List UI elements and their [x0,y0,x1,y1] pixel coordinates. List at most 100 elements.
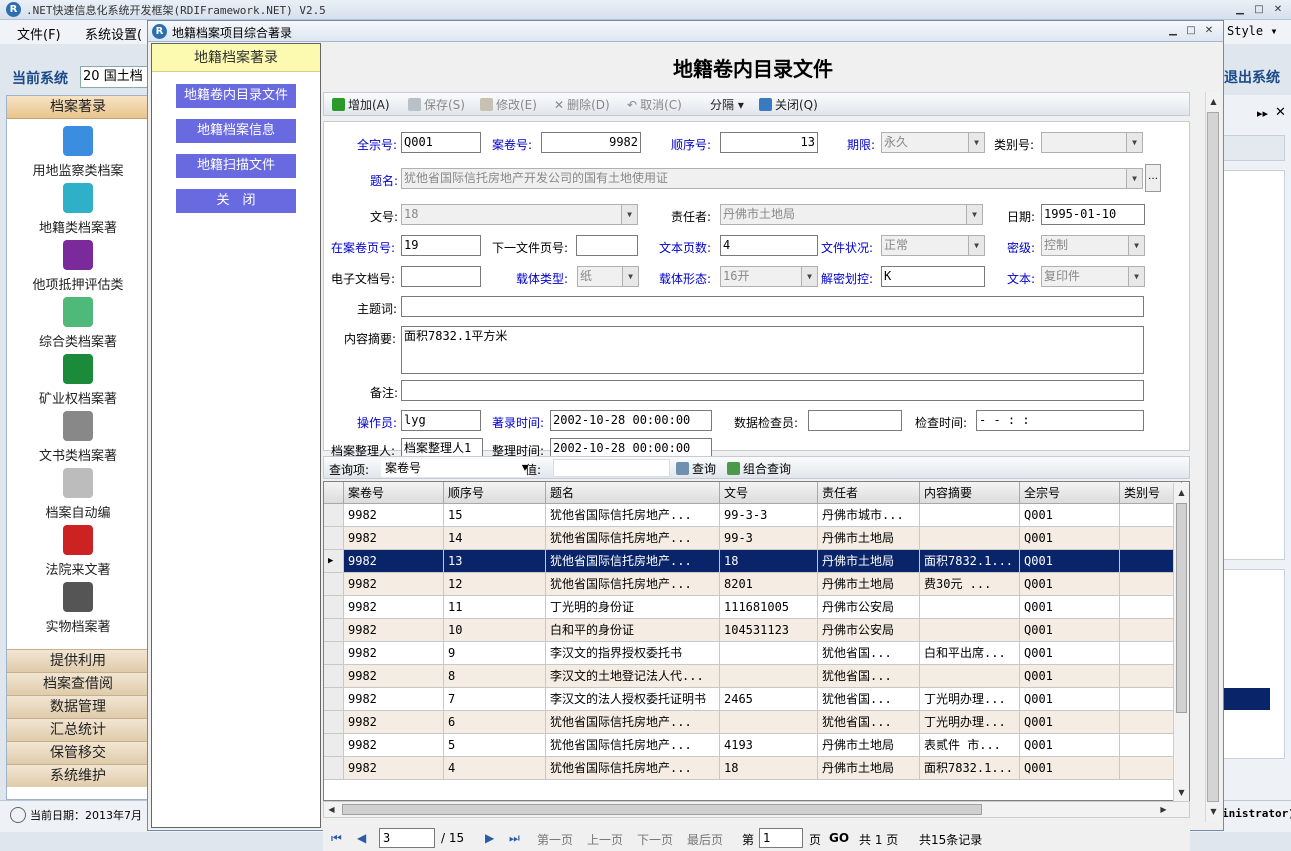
row-header[interactable] [324,573,344,596]
sidebar-item[interactable]: 矿业权档案著 [7,352,147,409]
column-header[interactable]: 顺序号 [444,482,546,504]
menu-file[interactable]: 文件(F) [17,24,61,43]
row-header[interactable] [324,757,344,780]
grid-scroll-left-icon[interactable]: ◀ [324,802,339,817]
table-row[interactable]: 9982 10 白和平的身份证 104531123 丹佛市公安局 Q001 [324,619,1182,642]
row-header[interactable] [324,734,344,757]
grid-vertical-scrollbar[interactable]: ▲ ▼ [1173,483,1189,801]
nav-close[interactable]: 关 闭 [176,189,296,213]
goto-input[interactable]: 1 [759,828,803,848]
sidebar-group[interactable]: 档案查借阅 [7,672,149,695]
zajyh-field[interactable]: 19 [401,235,481,256]
czy-field[interactable]: lyg [401,410,481,431]
sidebar-group[interactable]: 提供利用 [7,649,149,672]
query-value-input[interactable] [553,459,670,477]
query-field-select[interactable]: 案卷号 ▼ [381,459,531,477]
wjzk-field[interactable]: 正常 ▼ [881,235,985,256]
jmhk-field[interactable]: K [881,266,985,287]
save-button[interactable]: 保存(S) [408,96,465,113]
column-header[interactable]: 内容摘要 [920,482,1020,504]
add-button[interactable]: 增加(A) [332,96,390,113]
page-input[interactable]: 3 [379,828,435,848]
sidebar-group[interactable]: 系统维护 [7,764,149,787]
chevron-down-icon[interactable]: ▼ [966,205,982,224]
mj-field[interactable]: 控制 ▼ [1041,235,1145,256]
qx-field[interactable]: 永久 ▼ [881,132,985,153]
qzh-field[interactable]: Q001 [401,132,481,153]
menu-settings[interactable]: 系统设置( [85,24,142,43]
exit-system-button[interactable]: 退出系统 [1224,67,1280,87]
ztc-field[interactable] [401,296,1144,317]
panel-tab[interactable] [1223,135,1285,161]
close-icon[interactable]: ✕ [1271,4,1285,16]
column-header[interactable]: 题名 [546,482,720,504]
chevron-down-icon[interactable]: ▼ [1126,169,1142,188]
table-row[interactable]: 9982 8 李汉文的土地登记法人代... 犹他省国... Q001 [324,665,1182,688]
row-header[interactable] [324,642,344,665]
scroll-up-icon[interactable]: ▲ [1206,94,1221,109]
panel-close-icon[interactable]: ✕ [1275,105,1286,120]
system-select[interactable]: 20 国土档 [80,66,150,88]
edit-button[interactable]: 修改(E) [480,96,537,113]
zrz-field[interactable]: 丹佛市土地局 ▼ [720,204,983,225]
grid-scroll-down-icon[interactable]: ▼ [1174,785,1189,800]
ztlx-field[interactable]: 纸 ▼ [577,266,639,287]
form-scrollbar[interactable]: ▲ ▼ [1205,92,1220,822]
dialog-minimize-icon[interactable]: ▁ [1166,25,1180,37]
maximize-icon[interactable]: □ [1252,4,1266,16]
grid-scroll-thumb[interactable] [1176,503,1187,713]
table-row[interactable]: 9982 15 犹他省国际信托房地产... 99-3-3 丹佛市城市... Q001 [324,504,1182,527]
ajh-field[interactable]: 9982 [541,132,641,153]
prev-page-icon[interactable]: ◀ [357,831,366,845]
dialog-close-icon[interactable]: ✕ [1202,25,1216,37]
zlsj-field[interactable]: 2002-10-28 00:00:00 [550,410,712,431]
row-header[interactable] [324,619,344,642]
row-header[interactable] [324,596,344,619]
wbys-field[interactable]: 4 [720,235,818,256]
more-icon[interactable]: … [1145,164,1161,192]
table-row[interactable]: 9982 4 犹他省国际信托房地产... 18 丹佛市土地局 面积7832.1... Q0… [324,757,1182,780]
next-page-link[interactable]: 下一页 [637,831,673,848]
sidebar-item[interactable]: 用地监察类档案 [7,124,147,181]
next-page-icon[interactable]: ▶ [485,831,494,845]
table-row[interactable]: ▶ 9982 13 犹他省国际信托房地产... 18 丹佛市土地局 面积7832.1...… [324,550,1182,573]
grid-scroll-right-icon[interactable]: ▶ [1156,802,1171,817]
cancel-button[interactable]: ↶ 取消(C) [627,96,682,113]
sjjcy-field[interactable] [808,410,902,431]
wb-field[interactable]: 复印件 ▼ [1041,266,1145,287]
style-menu[interactable]: Style ▾ [1227,24,1278,38]
sidebar-group-title[interactable]: 档案著录 [7,96,149,119]
wh-field[interactable]: 18 ▼ [401,204,638,225]
lbh-field[interactable]: ▼ [1041,132,1143,153]
delete-button[interactable]: ✕ 删除(D) [554,96,610,113]
first-page-link[interactable]: 第一页 [537,831,573,848]
chevron-down-icon[interactable]: ▼ [1128,267,1144,286]
row-header[interactable] [324,688,344,711]
row-header[interactable]: ▶ [324,550,344,573]
sidebar-item[interactable]: 实物档案著 [7,580,147,637]
grid-hscroll-thumb[interactable] [342,804,982,815]
column-header[interactable]: 文号 [720,482,818,504]
minimize-icon[interactable]: ▁ [1233,4,1247,16]
table-row[interactable]: 9982 5 犹他省国际信托房地产... 4193 丹佛市土地局 表贰件 市... Q00… [324,734,1182,757]
nav-archive-info[interactable]: 地籍档案信息 [176,119,296,143]
sidebar-item[interactable]: 地籍类档案著 [7,181,147,238]
jcsj-field[interactable]: - - : : [976,410,1144,431]
scroll-down-icon[interactable]: ▼ [1206,804,1221,819]
column-header[interactable]: 全宗号 [1020,482,1120,504]
column-header[interactable]: 案卷号 [344,482,444,504]
sidebar-item[interactable]: 文书类档案著 [7,409,147,466]
chevron-down-icon[interactable]: ▼ [1126,133,1142,152]
sidebar-group[interactable]: 保管移交 [7,741,149,764]
sidebar-item[interactable]: 法院来文著 [7,523,147,580]
grid-horizontal-scrollbar[interactable]: ◀ ▶ [323,801,1190,818]
dzwdh-field[interactable] [401,266,481,287]
chevron-down-icon[interactable]: ▼ [968,133,984,152]
sidebar-group[interactable]: 汇总统计 [7,718,149,741]
table-row[interactable]: 9982 7 李汉文的法人授权委托证明书 2465 犹他省国... 丁光明办理... Q0… [324,688,1182,711]
table-row[interactable]: 9982 11 丁光明的身份证 111681005 丹佛市公安局 Q001 [324,596,1182,619]
tm-field[interactable]: 犹他省国际信托房地产开发公司的国有土地使用证 ▼ [401,168,1143,189]
ztxt-field[interactable]: 16开 ▼ [720,266,818,287]
last-page-icon[interactable]: ⏭ [509,831,520,846]
nav-catalog-files[interactable]: 地籍卷内目录文件 [176,84,296,108]
